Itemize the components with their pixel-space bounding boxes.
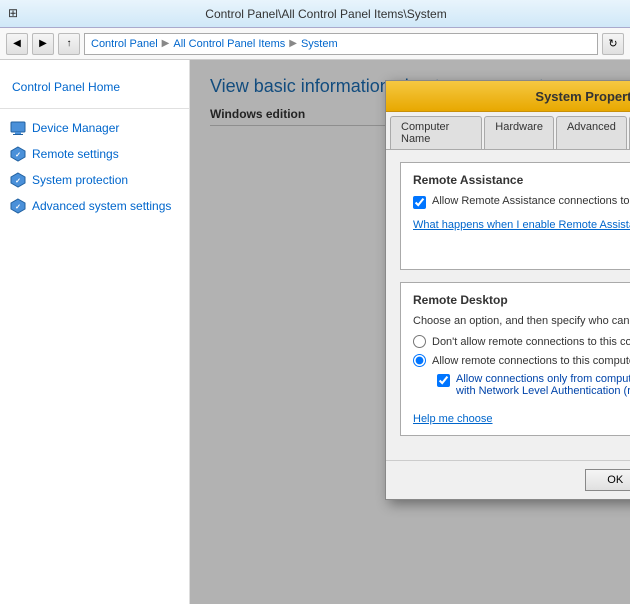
- system-properties-modal: System Properties ✕ Computer Name Hardwa…: [385, 80, 630, 500]
- title-bar: ⊞ Control Panel\All Control Panel Items\…: [0, 0, 630, 28]
- address-field[interactable]: Control Panel ▶ All Control Panel Items …: [84, 33, 598, 55]
- sidebar-item-device-manager[interactable]: Device Manager: [0, 115, 189, 141]
- radio-no-remote: Don't allow remote connections to this c…: [413, 335, 630, 348]
- tab-advanced[interactable]: Advanced: [556, 116, 627, 149]
- remote-desktop-description: Choose an option, and then specify who c…: [413, 315, 630, 327]
- forward-button[interactable]: ▶: [32, 33, 54, 55]
- back-button[interactable]: ◀: [6, 33, 28, 55]
- sidebar-item-remote-settings[interactable]: ✓ Remote settings: [0, 141, 189, 167]
- sidebar-item-advanced-system-settings[interactable]: ✓ Advanced system settings: [0, 193, 189, 219]
- remote-desktop-section: Remote Desktop Choose an option, and the…: [400, 282, 630, 436]
- remote-assistance-advanced-row: Advanced...: [413, 239, 630, 259]
- remote-assistance-checkbox-row: Allow Remote Assistance connections to t…: [413, 195, 630, 209]
- refresh-button[interactable]: ↻: [602, 33, 624, 55]
- nla-checkbox-label: Allow connections only from computers ru…: [456, 373, 630, 397]
- breadcrumb-item-1[interactable]: Control Panel: [91, 38, 158, 50]
- remote-assistance-section: Remote Assistance Allow Remote Assistanc…: [400, 162, 630, 270]
- radio-no-remote-label: Don't allow remote connections to this c…: [432, 336, 630, 348]
- tab-computer-name[interactable]: Computer Name: [390, 116, 482, 149]
- system-protection-icon: ✓: [10, 172, 26, 188]
- sidebar-item-remote-settings-label: Remote settings: [32, 147, 119, 161]
- ok-button[interactable]: OK: [585, 469, 630, 491]
- radio-no-remote-input[interactable]: [413, 335, 426, 348]
- radio-allow-remote-label: Allow remote connections to this compute…: [432, 355, 630, 367]
- help-me-choose-link[interactable]: Help me choose: [413, 413, 493, 425]
- content-area: View basic information about your comput…: [190, 60, 630, 604]
- device-manager-icon: [10, 120, 26, 136]
- remote-settings-icon: ✓: [10, 146, 26, 162]
- modal-title-text: System Properties: [412, 89, 630, 104]
- breadcrumb-item-3[interactable]: System: [301, 38, 338, 50]
- tabs-bar: Computer Name Hardware Advanced System P…: [386, 112, 630, 150]
- modal-footer: OK Cancel Apply: [386, 460, 630, 499]
- remote-desktop-title: Remote Desktop: [413, 293, 630, 307]
- radio-allow-remote-input[interactable]: [413, 354, 426, 367]
- sidebar: Control Panel Home Device Manager ✓ Remo…: [0, 60, 190, 604]
- svg-text:✓: ✓: [15, 152, 21, 159]
- address-bar: ◀ ▶ ↑ Control Panel ▶ All Control Panel …: [0, 28, 630, 60]
- tab-hardware[interactable]: Hardware: [484, 116, 554, 149]
- main-area: Control Panel Home Device Manager ✓ Remo…: [0, 60, 630, 604]
- sidebar-item-advanced-system-settings-label: Advanced system settings: [32, 199, 171, 213]
- svg-text:✓: ✓: [15, 178, 21, 185]
- svg-text:✓: ✓: [15, 204, 21, 211]
- nla-checkbox[interactable]: [437, 374, 450, 387]
- sidebar-item-device-manager-label: Device Manager: [32, 121, 119, 135]
- control-panel-home-link[interactable]: Control Panel Home: [0, 72, 189, 102]
- sidebar-divider: [0, 108, 189, 109]
- advanced-system-settings-icon: ✓: [10, 198, 26, 214]
- radio-allow-remote: Allow remote connections to this compute…: [413, 354, 630, 367]
- remote-assistance-help-link[interactable]: What happens when I enable Remote Assist…: [413, 219, 630, 231]
- up-button[interactable]: ↑: [58, 33, 80, 55]
- title-bar-text: Control Panel\All Control Panel Items\Sy…: [30, 7, 622, 21]
- breadcrumb-item-2[interactable]: All Control Panel Items: [173, 38, 285, 50]
- modal-title-bar: System Properties ✕: [386, 81, 630, 112]
- remote-assistance-title: Remote Assistance: [413, 173, 630, 187]
- nla-checkbox-row: Allow connections only from computers ru…: [437, 373, 630, 397]
- window-icon: ⊞: [8, 6, 24, 22]
- sidebar-item-system-protection-label: System protection: [32, 173, 128, 187]
- remote-assistance-checkbox-label: Allow Remote Assistance connections to t…: [432, 195, 630, 207]
- remote-assistance-checkbox[interactable]: [413, 196, 426, 209]
- sidebar-item-system-protection[interactable]: ✓ System protection: [0, 167, 189, 193]
- modal-body: Remote Assistance Allow Remote Assistanc…: [386, 150, 630, 460]
- remote-desktop-bottom: Help me choose Select Users...: [413, 405, 630, 425]
